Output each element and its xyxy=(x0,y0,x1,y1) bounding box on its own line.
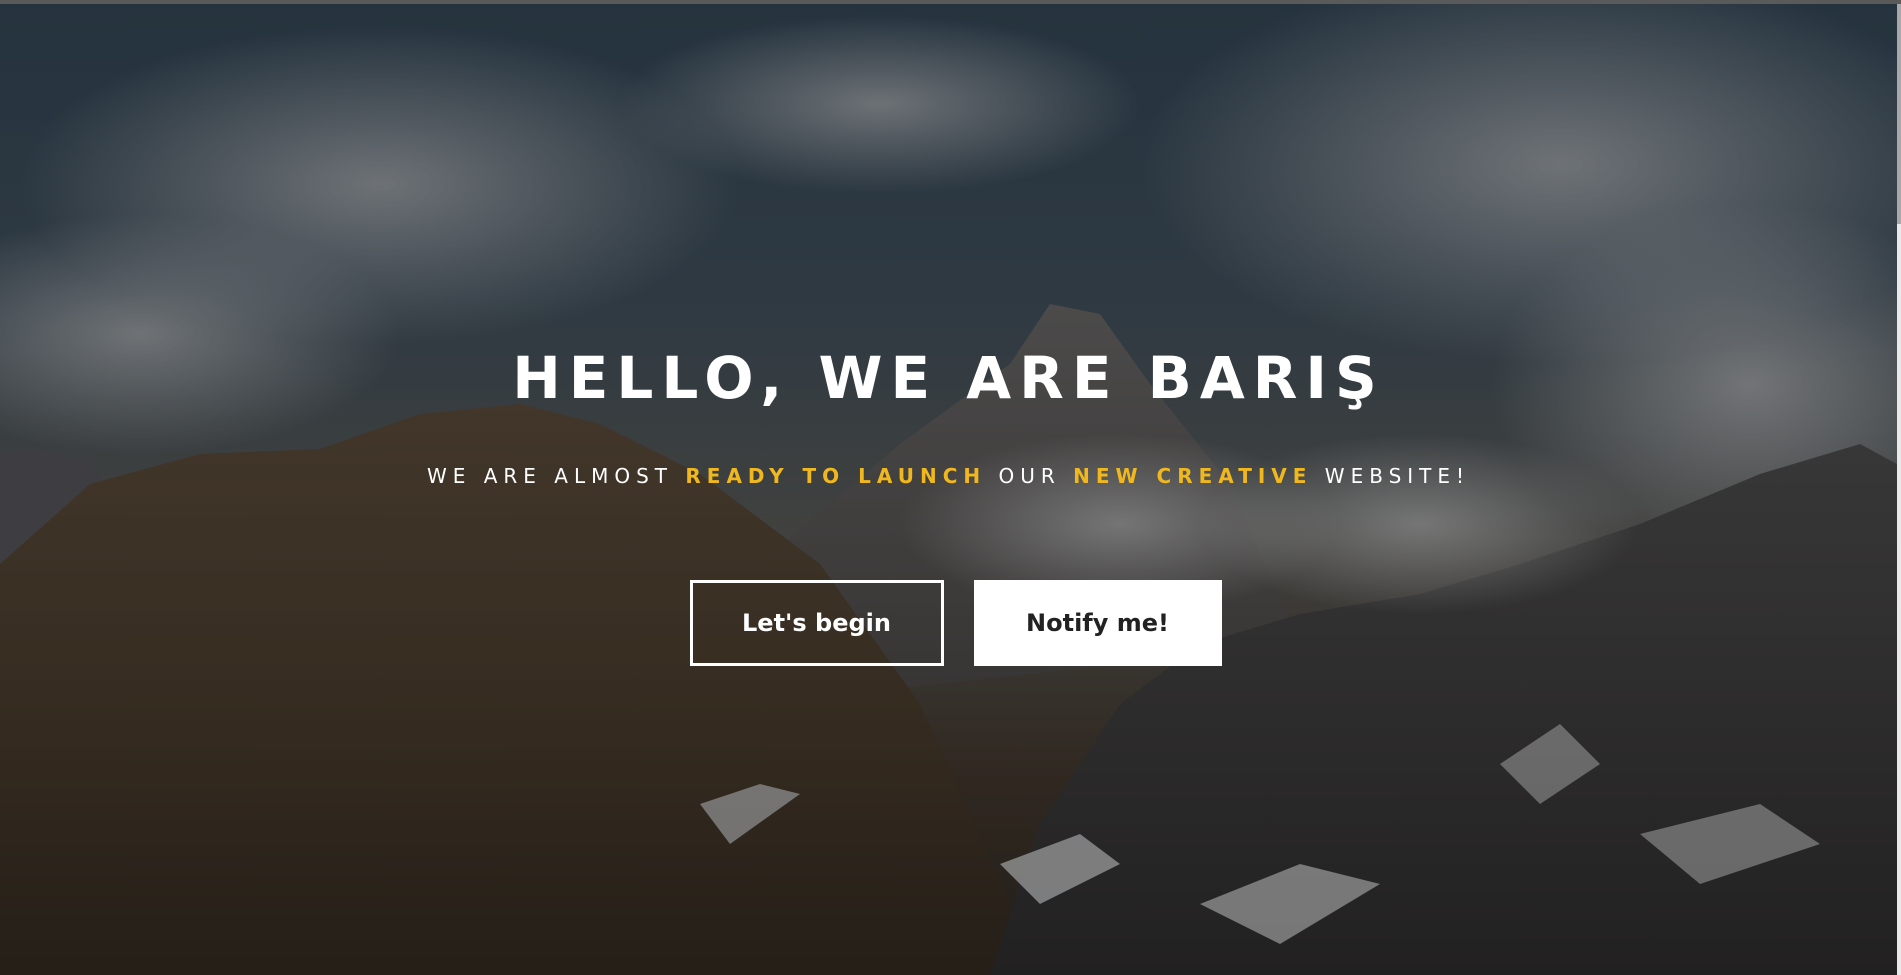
subtitle-text-2: OUR xyxy=(986,464,1074,488)
page-scrollbar[interactable] xyxy=(1897,4,1901,975)
subtitle-highlight-new-creative: NEW CREATIVE xyxy=(1073,464,1313,488)
subtitle-text-3: WEBSITE! xyxy=(1312,464,1471,488)
hero-section: HELLO, WE ARE BARIŞ WE ARE ALMOST READY … xyxy=(0,4,1897,975)
subtitle-text-1: WE ARE ALMOST xyxy=(426,464,686,488)
browser-top-border xyxy=(0,0,1901,4)
hero-title: HELLO, WE ARE BARIŞ xyxy=(512,344,1385,412)
notify-me-button[interactable]: Notify me! xyxy=(973,580,1222,666)
hero-buttons: Let's begin Notify me! xyxy=(0,580,1897,666)
subtitle-highlight-ready-to-launch: READY TO LAUNCH xyxy=(685,464,987,488)
hero-subtitle: WE ARE ALMOST READY TO LAUNCH OUR NEW CR… xyxy=(0,466,1897,486)
scrollbar-thumb[interactable] xyxy=(1897,4,1901,224)
hero-content: HELLO, WE ARE BARIŞ WE ARE ALMOST READY … xyxy=(0,4,1897,975)
lets-begin-button[interactable]: Let's begin xyxy=(689,580,944,666)
